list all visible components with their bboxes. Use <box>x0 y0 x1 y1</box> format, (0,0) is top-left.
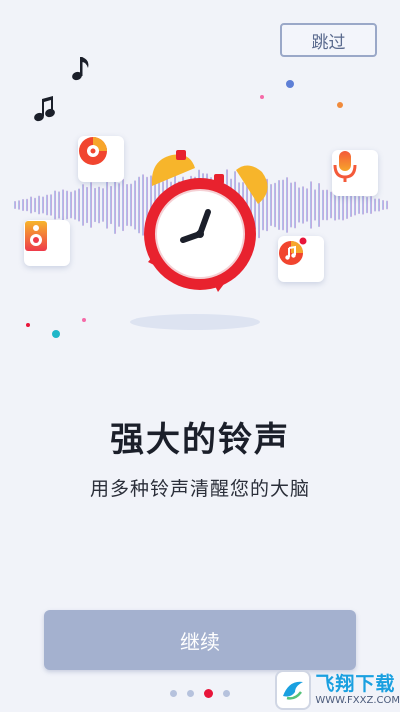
wave-bar <box>118 183 120 227</box>
wave-bar <box>142 174 144 236</box>
watermark-title: 飞翔下载 <box>315 673 396 695</box>
wave-bar <box>74 190 76 220</box>
decor-dot <box>337 102 343 108</box>
wave-bar <box>86 186 88 224</box>
wave-bar <box>286 177 288 233</box>
continue-button[interactable]: 继续 <box>44 610 356 670</box>
onboarding-subtitle: 用多种铃声清醒您的大脑 <box>89 478 310 500</box>
wave-bar <box>42 196 44 214</box>
watermark-url: WWW.FXXZ.COM <box>315 695 400 706</box>
wave-bar <box>374 198 376 212</box>
wave-bar <box>318 182 320 228</box>
wave-bar <box>358 196 360 214</box>
wave-bar <box>310 181 312 229</box>
wave-bar <box>370 195 372 215</box>
microphone-tile <box>332 150 378 196</box>
decor-dot <box>52 330 60 338</box>
onboarding-screen: 跳过 强大的铃声 用多种铃声清醒您的大脑 继续 飞翔下载 WWW.FXXZ.CO… <box>0 0 400 712</box>
wave-bar <box>350 192 352 218</box>
wave-bar <box>386 200 388 210</box>
clock-shadow <box>130 314 260 330</box>
wave-bar <box>134 180 136 230</box>
wave-bar <box>106 181 108 229</box>
wave-bar <box>354 194 356 216</box>
wave-bar <box>54 190 56 220</box>
wave-bar <box>138 176 140 234</box>
wave-bar <box>30 196 32 214</box>
page-dot-3-active[interactable] <box>204 688 213 698</box>
wave-bar <box>22 198 24 212</box>
wave-bar <box>270 184 272 226</box>
wave-bar <box>114 175 116 235</box>
decor-dot <box>260 95 264 99</box>
wave-bar <box>362 195 364 215</box>
bird-logo-icon <box>283 681 304 700</box>
wave-bar <box>102 188 104 222</box>
wave-bar <box>46 194 48 216</box>
wave-bar <box>90 182 92 228</box>
page-dot-4[interactable] <box>223 689 230 697</box>
wave-bar <box>282 179 284 231</box>
wave-bar <box>94 187 96 223</box>
wave-bar <box>382 200 384 210</box>
music-disc-icon <box>79 137 107 165</box>
page-dot-2[interactable] <box>187 689 194 697</box>
wave-bar <box>82 184 84 226</box>
wave-bar <box>126 184 128 226</box>
wave-bar <box>38 195 40 215</box>
onboarding-title: 强大的铃声 <box>110 420 290 460</box>
watermark-logo-icon <box>275 670 312 710</box>
decor-dot <box>286 80 294 88</box>
wave-bar <box>18 200 20 210</box>
wave-bar <box>290 182 292 228</box>
alarm-clock-icon <box>144 150 268 292</box>
wave-bar <box>294 181 296 229</box>
site-watermark: 飞翔下载 WWW.FXXZ.COM <box>275 668 400 712</box>
wave-bar <box>78 188 80 222</box>
wave-bar <box>70 191 72 219</box>
wave-bar <box>326 189 328 221</box>
music-bomb-icon <box>279 237 307 265</box>
wave-bar <box>110 185 112 225</box>
wave-bar <box>66 190 68 220</box>
wave-bar <box>130 183 132 227</box>
microphone-icon <box>333 151 357 182</box>
wave-bar <box>298 187 300 223</box>
music-note-icon <box>72 57 89 81</box>
speaker-tile <box>24 220 70 266</box>
wave-bar <box>26 198 28 212</box>
decor-dot <box>26 323 30 327</box>
skip-button[interactable]: 跳过 <box>280 23 377 57</box>
wave-bar <box>62 189 64 221</box>
wave-bar <box>274 182 276 228</box>
page-indicator <box>170 688 230 698</box>
wave-bar <box>58 191 60 219</box>
music-bomb-tile <box>278 236 324 282</box>
wave-bar <box>330 191 332 219</box>
wave-bar <box>378 198 380 212</box>
page-dot-1[interactable] <box>170 689 177 697</box>
decor-dot <box>82 318 86 322</box>
wave-bar <box>322 189 324 221</box>
music-disc-tile <box>78 136 124 182</box>
wave-bar <box>50 194 52 216</box>
wave-bar <box>278 180 280 230</box>
wave-bar <box>14 201 16 209</box>
wave-bar <box>98 186 100 224</box>
wave-bar <box>306 188 308 222</box>
wave-bar <box>122 178 124 232</box>
wave-bar <box>314 189 316 221</box>
wave-bar <box>302 186 304 224</box>
wave-bar <box>366 196 368 214</box>
wave-bar <box>34 197 36 213</box>
music-note-icon <box>34 96 55 122</box>
speaker-icon <box>25 221 47 251</box>
